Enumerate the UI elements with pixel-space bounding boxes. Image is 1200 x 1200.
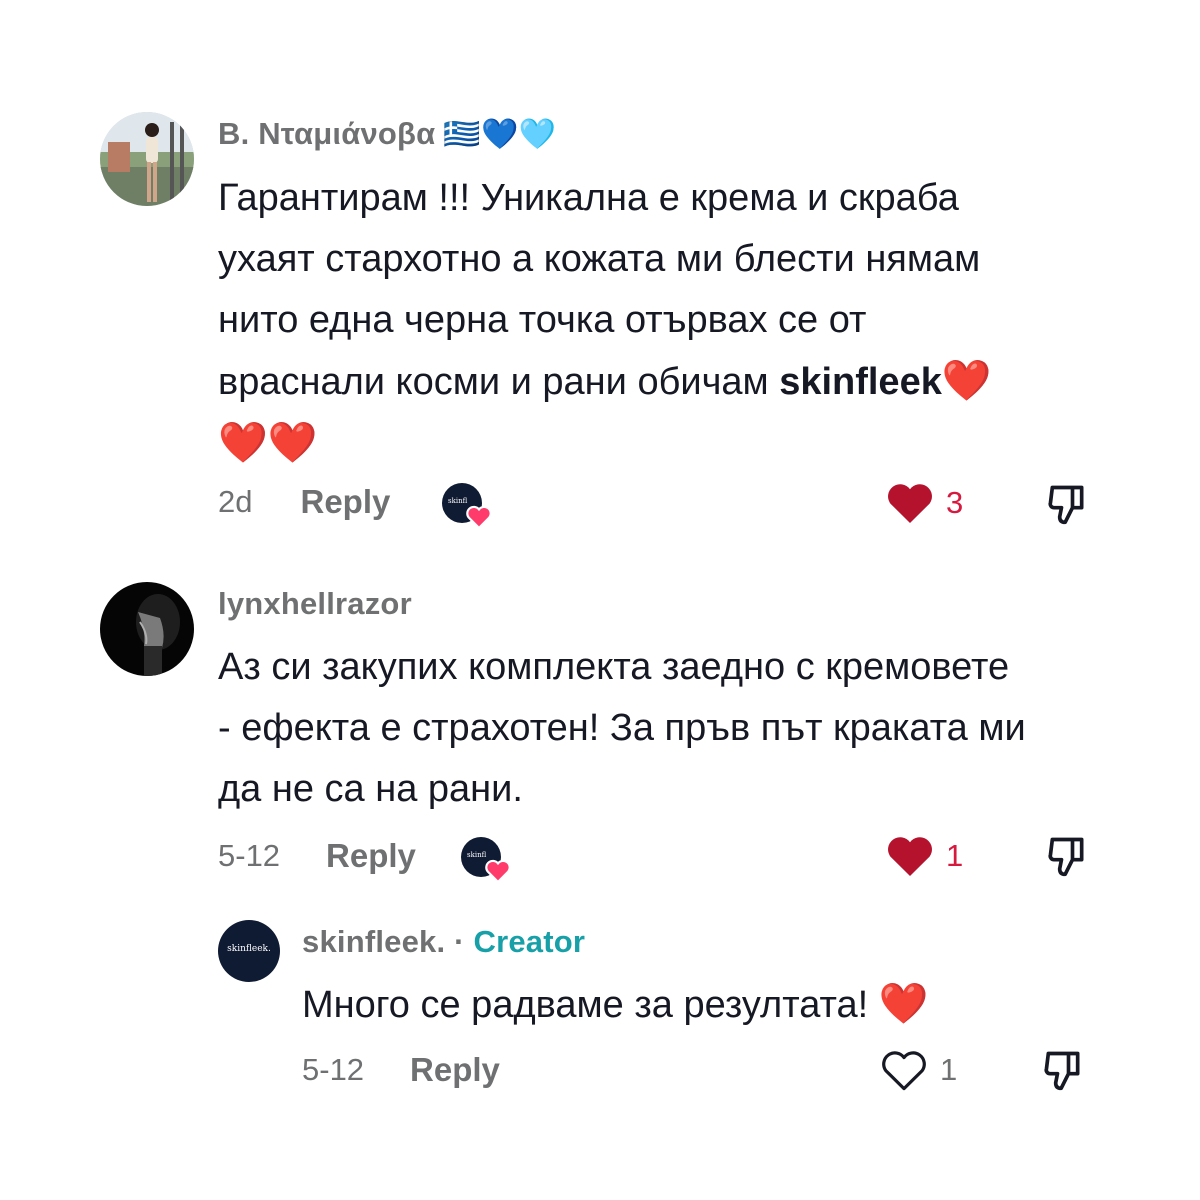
like-count: 1 — [946, 838, 964, 873]
creator-liked-badge: skinfl — [442, 483, 492, 529]
comment-line: нито една черна точка отървах се от — [218, 299, 867, 341]
dislike-button[interactable] — [1044, 834, 1090, 883]
username-text: skinfleek. — [302, 924, 446, 959]
brand-mention: skinfleek — [779, 361, 942, 403]
heart-emoji: ❤️❤️ — [218, 421, 318, 465]
thumbs-down-icon — [1048, 837, 1084, 877]
like-count: 1 — [940, 1052, 958, 1087]
comment-line: Аз си закупих комплекта заедно с кремове… — [218, 646, 1010, 688]
comment-line: Гарантирам !!! Уникална е крема и скраба — [218, 177, 959, 219]
reply-button[interactable]: Reply — [326, 837, 416, 875]
heart-filled-icon — [888, 484, 932, 523]
reply-date: 5-12 — [302, 1052, 365, 1087]
reply-button[interactable]: Reply — [410, 1051, 500, 1089]
liked-by-avatar-text: skinfl — [448, 497, 468, 505]
thumbs-down-icon — [1044, 1051, 1080, 1091]
heart-emoji: ❤️ — [878, 982, 929, 1026]
like-button[interactable]: 1 — [880, 1049, 957, 1091]
comment-line: ❤️❤️ — [218, 413, 992, 475]
heart-emoji: ❤️ — [941, 359, 992, 403]
like-button[interactable]: 3 — [886, 482, 963, 524]
username-text: Β. Νταμιάνοβα — [218, 116, 436, 151]
comment-text: Гарантирам !!! Уникална е крема и скраба… — [218, 168, 992, 475]
separator-dot: · — [454, 924, 465, 959]
reply-username[interactable]: skinfleek. · Creator — [302, 924, 585, 960]
reply-text: Много се радваме за резултата! ❤️ — [302, 974, 929, 1036]
thumbs-down-icon — [1048, 485, 1084, 525]
heart-filled-icon — [888, 837, 932, 876]
comment-line: да не са на рани. — [218, 768, 523, 810]
liked-by-avatar-text: skinfl — [467, 851, 487, 859]
comment-date: 5-12 — [218, 838, 281, 873]
comment-line: ухаят стархотно а кожата ми блести нямам — [218, 238, 981, 280]
reply-text-content: Много се радваме за резултата! — [302, 984, 869, 1026]
creator-liked-badge: skinfl — [461, 837, 511, 883]
dislike-button[interactable] — [1040, 1048, 1086, 1097]
like-button[interactable]: 1 — [886, 835, 963, 877]
comment-line-text: враснали косми и рани обичам — [218, 361, 780, 403]
comment-text: Аз си закупих комплекта заедно с кремове… — [218, 637, 1026, 820]
comment-username[interactable]: Β. Νταμιάνοβα 🇬🇷💙🩵 — [218, 116, 556, 152]
comment-line: враснали косми и рани обичам skinfleek❤️ — [218, 351, 992, 413]
flag-emoji: 🇬🇷💙🩵 — [443, 118, 557, 151]
comment-username[interactable]: lynxhellrazor — [218, 586, 412, 622]
creator-avatar-text: skinfleek. — [227, 944, 271, 954]
heart-outline-icon — [882, 1051, 926, 1091]
creator-avatar[interactable]: skinfleek. — [218, 920, 280, 982]
reply-meta: 5-12 Reply — [302, 1050, 500, 1090]
comment-meta: 5-12 Reply — [218, 836, 416, 876]
user-avatar[interactable] — [100, 112, 194, 206]
user-avatar[interactable] — [100, 582, 194, 676]
reply-button[interactable]: Reply — [300, 483, 390, 521]
comment-line: - ефекта е страхотен! За пръв път кракат… — [218, 707, 1026, 749]
comments-page: Β. Νταμιάνοβα 🇬🇷💙🩵 Гарантирам !!! Уникалн… — [0, 0, 1200, 1200]
creator-badge: Creator — [473, 924, 586, 959]
comment-date: 2d — [218, 484, 253, 519]
heart-icon — [466, 505, 492, 529]
comment-meta: 2d Reply — [218, 482, 390, 522]
like-count: 3 — [946, 485, 964, 520]
heart-icon — [485, 859, 511, 883]
dislike-button[interactable] — [1044, 482, 1090, 531]
